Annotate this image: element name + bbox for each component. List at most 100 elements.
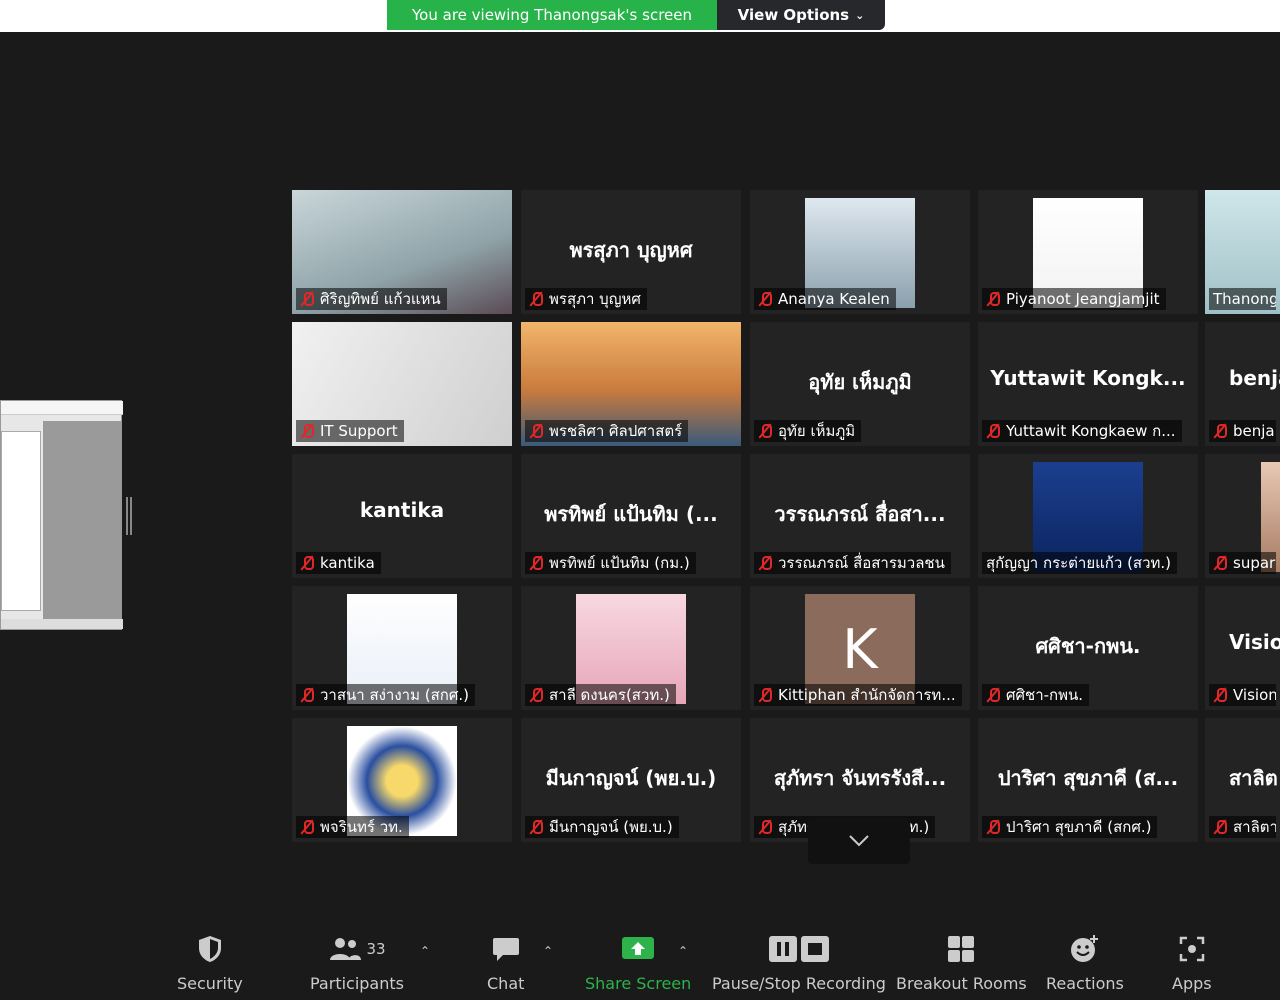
participant-name-label: benja [1209, 420, 1276, 442]
participant-display-name: สุภัทรา จันทรรังสี... [773, 766, 947, 790]
participant-tile[interactable]: พจรินทร์ วท. [292, 718, 512, 842]
participant-tile[interactable]: พรทิพย์ แป้นทิม (... พรทิพย์ แป้นทิม (กม.… [521, 454, 741, 578]
participant-display-name: สาลิต [1229, 766, 1278, 790]
participant-name-label: Yuttawit Kongkaew ก... [982, 420, 1182, 442]
participant-display-name: พรสุภา บุญหศ [569, 238, 693, 262]
security-button[interactable]: Security [177, 932, 243, 993]
share-screen-icon [620, 932, 656, 966]
apps-button[interactable]: Apps [1172, 932, 1212, 993]
participant-name-label: วรรณภรณ์ สื่อสารมวลชน [754, 552, 951, 574]
split-divider-handle[interactable] [126, 497, 132, 535]
participant-tile[interactable]: Thanong [1205, 190, 1280, 314]
breakout-rooms-button[interactable]: Breakout Rooms [896, 932, 1027, 993]
viewing-banner-text: You are viewing Thanongsak's screen [412, 6, 692, 24]
thumbnail-content [43, 421, 121, 621]
participant-tile[interactable]: Ananya Kealen [750, 190, 970, 314]
mic-muted-icon [758, 423, 772, 439]
participant-tile[interactable]: K Kittiphan สำนักจัดการท... [750, 586, 970, 710]
participant-name: อุทัย เห็มภูมิ [778, 422, 856, 440]
participant-tile[interactable]: Yuttawit Kongk... Yuttawit Kongkaew ก... [978, 322, 1198, 446]
participant-display-name: มีนกาญจน์ (พย.บ.) [545, 766, 717, 790]
participant-name: สุกัญญา กระต่ายแก้ว (สวท.) [986, 554, 1172, 572]
participant-tile[interactable]: สุกัญญา กระต่ายแก้ว (สวท.) [978, 454, 1198, 578]
participant-name-label: ศศิชา-กพน. [982, 684, 1090, 706]
chat-icon [491, 932, 521, 966]
participant-tile[interactable]: Visio Vision [1205, 586, 1280, 710]
recording-button[interactable]: Pause/Stop Recording [712, 932, 886, 993]
participant-display-name: ปาริศา สุขภาคี (ส... [997, 766, 1179, 790]
shield-icon [196, 932, 224, 966]
meeting-toolbar: Security 33 Participants ⌃ Chat ⌃ Share … [0, 912, 1280, 1000]
participant-tile[interactable]: มีนกาญจน์ (พย.บ.) มีนกาญจน์ (พย.บ.) [521, 718, 741, 842]
mic-muted-icon [986, 819, 1000, 835]
participant-name: พรชลิศา ศิลปศาสตร์ [549, 422, 683, 440]
mic-muted-icon [1213, 423, 1227, 439]
participant-name: วาสนา สง่างาม (สกศ.) [320, 686, 469, 704]
participant-tile[interactable]: พรสุภา บุญหศ พรสุภา บุญหศ [521, 190, 741, 314]
mic-muted-icon [758, 555, 772, 571]
share-screen-button[interactable]: Share Screen [585, 932, 691, 993]
participant-name-label: สาลี ดงนคร(สวท.) [525, 684, 676, 706]
participant-name-label: พรสุภา บุญหศ [525, 288, 647, 310]
participants-caret-icon[interactable]: ⌃ [420, 944, 430, 958]
participant-display-name: kantika [359, 498, 445, 522]
participant-name: ศิริญทิพย์ แก้วแหน [320, 290, 441, 308]
reactions-label: Reactions [1046, 974, 1124, 993]
participant-name-label: พรทิพย์ แป้นทิม (กม.) [525, 552, 696, 574]
participant-name: สาลี ดงนคร(สวท.) [549, 686, 670, 704]
participant-name-label: ปาริศา สุขภาคี (สกศ.) [982, 816, 1158, 838]
participant-name: Vision [1233, 686, 1276, 704]
participant-tile[interactable]: พรชลิศา ศิลปศาสตร์ [521, 322, 741, 446]
share-caret-icon[interactable]: ⌃ [678, 944, 688, 958]
mic-muted-icon [1213, 687, 1227, 703]
participant-display-name: ศศิชา-กพน. [1035, 634, 1141, 658]
participants-button[interactable]: 33 Participants [310, 932, 404, 993]
viewing-banner: You are viewing Thanongsak's screen [387, 0, 717, 30]
breakout-rooms-icon [946, 932, 976, 966]
participant-name: benja [1233, 422, 1275, 440]
pause-stop-icon [768, 932, 830, 966]
mic-muted-icon [758, 291, 772, 307]
shared-screen-thumbnail[interactable] [0, 400, 123, 630]
thumbnail-titlebar [1, 401, 123, 415]
chevron-down-icon: ⌄ [855, 8, 865, 22]
participant-tile[interactable]: สาลี ดงนคร(สวท.) [521, 586, 741, 710]
participant-tile[interactable]: IT Support [292, 322, 512, 446]
apps-icon [1177, 932, 1207, 966]
participant-name: พรสุภา บุญหศ [549, 290, 641, 308]
participant-tile[interactable]: benja benja [1205, 322, 1280, 446]
reactions-button[interactable]: Reactions [1046, 932, 1124, 993]
thumbnail-footer [1, 619, 123, 629]
participant-tile[interactable]: ศิริญทิพย์ แก้วแหน [292, 190, 512, 314]
participant-display-name: benja [1229, 366, 1280, 390]
participant-tile[interactable]: Piyanoot Jeangjamjit [978, 190, 1198, 314]
participant-name: IT Support [320, 422, 398, 440]
chat-caret-icon[interactable]: ⌃ [543, 944, 553, 958]
participant-tile[interactable]: ศศิชา-กพน. ศศิชา-กพน. [978, 586, 1198, 710]
mic-muted-icon [300, 423, 314, 439]
participant-tile[interactable]: ปาริศา สุขภาคี (ส... ปาริศา สุขภาคี (สกศ.… [978, 718, 1198, 842]
participant-tile[interactable]: วรรณภรณ์ สื่อสา... วรรณภรณ์ สื่อสารมวลชน [750, 454, 970, 578]
participant-tile[interactable]: supar [1205, 454, 1280, 578]
view-options-button[interactable]: View Options ⌄ [717, 0, 885, 30]
participant-name-label: พรชลิศา ศิลปศาสตร์ [525, 420, 689, 442]
mic-muted-icon [986, 687, 1000, 703]
participant-name-label: สุกัญญา กระต่ายแก้ว (สวท.) [982, 552, 1178, 574]
participant-display-name: วรรณภรณ์ สื่อสา... [774, 502, 946, 526]
participant-tile[interactable]: วาสนา สง่างาม (สกศ.) [292, 586, 512, 710]
participant-tile[interactable]: kantika kantika [292, 454, 512, 578]
mic-muted-icon [986, 423, 1000, 439]
chat-label: Chat [487, 974, 525, 993]
chat-button[interactable]: Chat [487, 932, 524, 993]
security-label: Security [177, 974, 243, 993]
participant-tile[interactable]: อุทัย เห็มภูมิ อุทัย เห็มภูมิ [750, 322, 970, 446]
participants-icon [330, 938, 362, 960]
participants-label: Participants [310, 974, 404, 993]
participant-name-label: อุทัย เห็มภูมิ [754, 420, 862, 442]
mic-muted-icon [758, 819, 772, 835]
gallery-next-page-button[interactable] [808, 818, 910, 864]
participant-name-label: มีนกาญจน์ (พย.บ.) [525, 816, 679, 838]
participant-name-label: Thanong [1209, 288, 1276, 310]
participant-tile[interactable]: สาลิต สาลิตา [1205, 718, 1280, 842]
apps-label: Apps [1172, 974, 1212, 993]
